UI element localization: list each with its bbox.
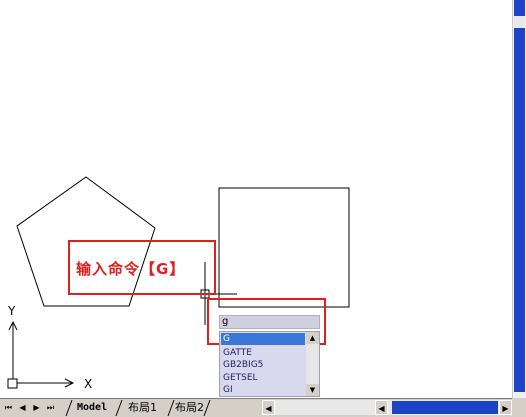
autocomplete-item[interactable]: GETSEL — [221, 372, 305, 384]
scroll-left-icon-2[interactable]: ◀ — [375, 400, 388, 415]
scroll-right-icon[interactable]: ▶ — [499, 400, 512, 415]
prev-tab-icon[interactable]: ◀ — [17, 402, 28, 414]
autocomplete-item[interactable]: GI — [221, 384, 305, 396]
scroll-corner — [512, 398, 526, 417]
ucs-icon — [7, 320, 75, 389]
horizontal-scrollbar[interactable]: ◀ ◀ ▶ — [262, 400, 512, 415]
vertical-scroll-thumb[interactable] — [514, 16, 525, 28]
next-tab-icon[interactable]: ▶ — [31, 402, 42, 414]
last-tab-icon[interactable]: ⏭ — [45, 402, 56, 414]
scroll-up-icon[interactable]: ▲ — [306, 332, 319, 344]
first-tab-icon[interactable]: ⏮ — [3, 402, 14, 414]
tab-layout2[interactable]: 布局2 — [175, 400, 204, 415]
dropdown-scrollbar[interactable]: ▲ ▼ — [306, 332, 319, 396]
scroll-left-icon[interactable]: ◀ — [262, 400, 275, 415]
square-shape[interactable] — [218, 187, 350, 308]
ucs-y-label: Y — [8, 304, 16, 318]
vertical-scroll-track[interactable] — [514, 0, 525, 392]
command-input[interactable]: g — [219, 315, 320, 329]
autocomplete-dropdown[interactable]: G GATTE GB2BIG5 GETSEL GI ▲ ▼ — [219, 331, 320, 397]
autocomplete-item[interactable]: GB2BIG5 — [221, 359, 305, 371]
autocomplete-item[interactable]: GATTE — [221, 347, 305, 359]
annotation-text: 输入命令【G】 — [76, 260, 186, 278]
autocomplete-item[interactable]: G — [221, 333, 305, 345]
horizontal-scroll-thumb[interactable] — [392, 401, 498, 414]
tab-model[interactable]: Model — [77, 400, 107, 415]
vertical-scrollbar[interactable] — [512, 0, 526, 398]
tab-layout1[interactable]: 布局1 — [128, 400, 157, 415]
ucs-x-label: X — [84, 377, 93, 391]
scroll-down-icon[interactable]: ▼ — [306, 384, 319, 396]
